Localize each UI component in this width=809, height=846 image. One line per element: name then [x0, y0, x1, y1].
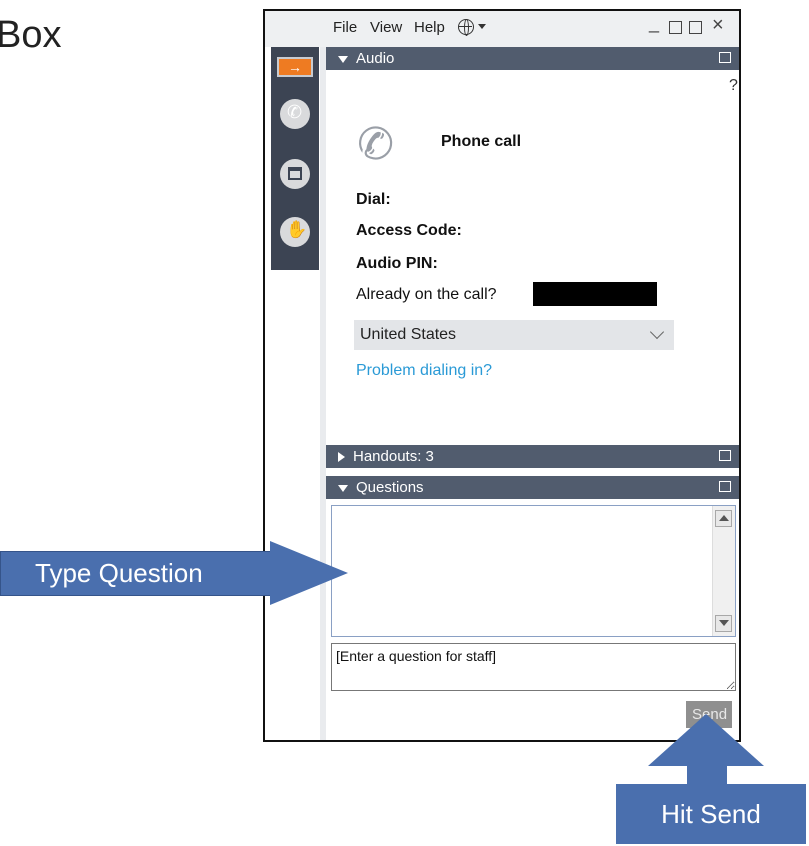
type-question-callout: Type Question	[0, 541, 348, 605]
close-button[interactable]: ×	[712, 14, 724, 37]
expand-right-icon	[338, 452, 345, 463]
questions-panel-header[interactable]: Questions	[326, 476, 739, 499]
popout-icon[interactable]	[719, 481, 731, 492]
problem-dialing-link[interactable]: Problem dialing in?	[356, 362, 492, 380]
audio-panel-header[interactable]: Audio	[326, 47, 739, 70]
country-value: United States	[360, 326, 457, 343]
minimize-button[interactable]: _	[649, 13, 659, 34]
dial-label: Dial:	[356, 191, 391, 208]
phone-handset-icon: ✆	[353, 117, 398, 172]
arrow-stem	[687, 765, 727, 785]
already-on-call-label: Already on the call?	[356, 286, 497, 303]
questions-header-label: Questions	[356, 479, 424, 496]
menu-bar: File View Help _ ×	[265, 11, 739, 47]
arrow-right-icon	[270, 541, 348, 605]
redacted-box	[533, 282, 657, 306]
divider	[320, 47, 326, 740]
expand-down-icon	[338, 484, 348, 492]
globe-icon[interactable]	[458, 19, 474, 36]
audio-pin-label: Audio PIN:	[356, 255, 438, 272]
handouts-header-label: Handouts: 3	[353, 448, 434, 465]
handouts-panel-header[interactable]: Handouts: 3	[326, 445, 739, 468]
panel-sidebar: →	[271, 47, 319, 270]
popout-icon[interactable]	[719, 52, 731, 63]
hit-send-label: Hit Send	[616, 784, 806, 844]
questions-log[interactable]	[331, 505, 736, 637]
question-input[interactable]: [Enter a question for staff]	[331, 643, 736, 691]
restore-button[interactable]	[689, 21, 702, 34]
raise-hand-icon[interactable]	[280, 217, 310, 247]
scroll-up-icon[interactable]	[715, 510, 732, 527]
slide-title: Box	[0, 14, 62, 56]
phone-icon[interactable]	[280, 99, 310, 129]
expand-down-icon	[338, 55, 348, 63]
caret-down-icon[interactable]	[478, 24, 486, 29]
menu-help[interactable]: Help	[414, 19, 445, 36]
collapse-arrow-button[interactable]: →	[277, 57, 313, 77]
maximize-button[interactable]	[669, 21, 682, 34]
phone-call-title: Phone call	[441, 133, 522, 150]
chevron-down-icon	[649, 324, 665, 340]
country-select[interactable]: United States	[354, 320, 674, 350]
access-code-label: Access Code:	[356, 222, 462, 239]
arrow-up-icon	[648, 714, 764, 766]
type-question-label: Type Question	[0, 551, 271, 596]
help-icon[interactable]: ?	[729, 77, 738, 95]
audio-header-label: Audio	[356, 50, 395, 67]
scrollbar[interactable]	[712, 506, 735, 636]
popout-icon[interactable]	[719, 450, 731, 461]
window-icon[interactable]	[280, 159, 310, 189]
menu-file[interactable]: File	[333, 19, 357, 36]
scroll-down-icon[interactable]	[715, 615, 732, 632]
gotowebinar-control-panel: File View Help _ × → Audio ? ✆ Phone cal…	[263, 9, 741, 742]
hit-send-callout: Hit Send	[616, 714, 808, 845]
menu-view[interactable]: View	[370, 19, 402, 36]
